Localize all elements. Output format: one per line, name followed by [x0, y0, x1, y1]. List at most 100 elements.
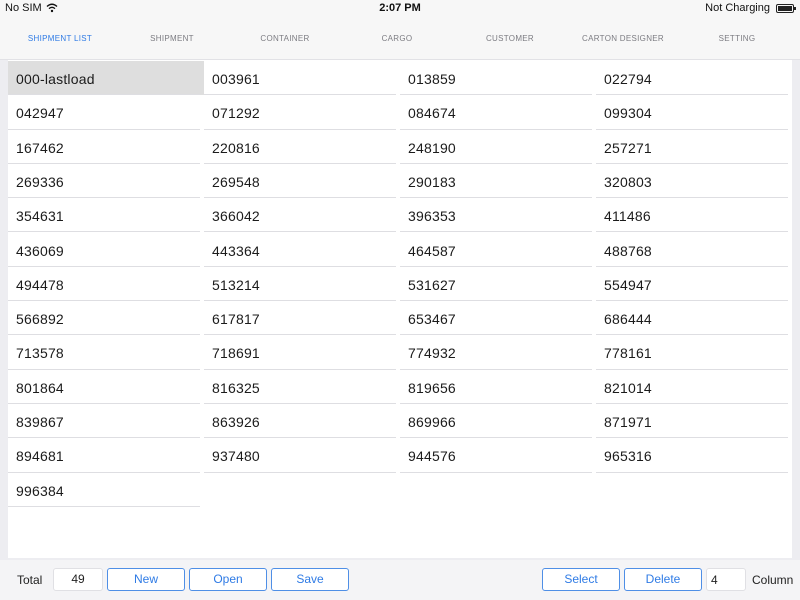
shipment-id: 071292 [212, 105, 260, 122]
shipment-cell[interactable]: 937480 [204, 438, 400, 473]
shipment-id: 354631 [16, 208, 64, 225]
shipment-id: 566892 [16, 311, 64, 328]
shipment-cell[interactable]: 996384 [8, 473, 204, 507]
select-button[interactable]: Select [542, 568, 620, 591]
shipment-id: 869966 [408, 414, 456, 430]
shipment-cell[interactable]: 816325 [204, 370, 400, 404]
shipment-cell[interactable]: 819656 [400, 370, 596, 404]
total-label: Total [17, 573, 43, 587]
shipment-cell[interactable]: 099304 [596, 95, 792, 130]
shipment-cell[interactable]: 713578 [8, 335, 204, 370]
shipment-cell[interactable]: 167462 [8, 130, 204, 164]
shipment-id: 000-lastload [16, 71, 95, 87]
shipment-id: 411486 [604, 208, 651, 225]
tab-bar: SHIPMENT LIST SHIPMENT CONTAINER CARGO C… [0, 18, 800, 60]
shipment-cell[interactable]: 566892 [8, 301, 204, 336]
shipment-cell[interactable]: 839867 [8, 404, 204, 439]
save-button[interactable]: Save [271, 568, 349, 591]
shipment-cell[interactable]: 320803 [596, 164, 792, 199]
shipment-cell[interactable]: 269336 [8, 164, 204, 199]
shipment-cell[interactable]: 871971 [596, 404, 792, 439]
shipment-cell[interactable]: 617817 [204, 301, 400, 336]
shipment-cell[interactable]: 494478 [8, 267, 204, 302]
shipment-id: 554947 [604, 276, 652, 293]
shipment-cell[interactable]: 778161 [596, 335, 792, 370]
shipment-cell[interactable]: 821014 [596, 370, 792, 404]
shipment-id: 871971 [604, 414, 652, 430]
new-button[interactable]: New [107, 568, 185, 591]
shipment-id: 167462 [16, 139, 64, 156]
shipment-id: 269336 [16, 173, 64, 190]
bottom-toolbar: Total 49 New Open Save Select Delete Col… [0, 560, 800, 600]
shipment-cell[interactable]: 084674 [400, 95, 596, 130]
shipment-grid: 000-lastload 003961 013859 022794 042947 0712… [8, 60, 792, 558]
shipment-cell[interactable]: 863926 [204, 404, 400, 439]
shipment-cell[interactable]: 071292 [204, 95, 400, 130]
tab-shipment[interactable]: SHIPMENT [117, 34, 227, 43]
tab-setting[interactable]: SETTING [682, 34, 792, 43]
shipment-cell[interactable]: 944576 [400, 438, 596, 473]
shipment-cell[interactable]: 022794 [596, 61, 792, 96]
shipment-cell[interactable]: 354631 [8, 198, 204, 233]
row-divider [596, 471, 788, 473]
tab-cargo[interactable]: CARGO [342, 34, 452, 43]
shipment-cell[interactable]: 003961 [204, 61, 400, 96]
delete-button[interactable]: Delete [624, 568, 702, 591]
column-label: Column [752, 573, 794, 587]
shipment-cell[interactable]: 464587 [400, 233, 596, 267]
status-right: Not Charging [705, 2, 796, 14]
tab-shipment-list[interactable]: SHIPMENT LIST [5, 34, 115, 43]
shipment-cell[interactable]: 718691 [204, 335, 400, 370]
shipment-cell[interactable]: 013859 [400, 61, 596, 96]
shipment-cell[interactable]: 366042 [204, 198, 400, 233]
shipment-cell[interactable]: 774932 [400, 335, 596, 370]
column-count-input[interactable] [706, 568, 746, 591]
tab-container[interactable]: CONTAINER [230, 34, 340, 43]
shipment-id: 686444 [604, 311, 652, 328]
open-button[interactable]: Open [189, 568, 267, 591]
shipment-cell[interactable]: 411486 [596, 198, 792, 233]
shipment-id: 396353 [408, 208, 456, 225]
shipment-cell[interactable]: 000-lastload [8, 61, 204, 96]
shipment-cell[interactable]: 269548 [204, 164, 400, 199]
tab-customer[interactable]: CUSTOMER [455, 34, 565, 43]
shipment-cell[interactable]: 513214 [204, 267, 400, 302]
shipment-id: 443364 [212, 242, 260, 259]
shipment-cell[interactable]: 290183 [400, 164, 596, 199]
shipment-cell[interactable]: 653467 [400, 301, 596, 336]
shipment-cell[interactable]: 257271 [596, 130, 792, 164]
shipment-id: 617817 [212, 311, 260, 328]
shipment-cell[interactable]: 869966 [400, 404, 596, 439]
shipment-id: 042947 [16, 105, 64, 122]
shipment-cell[interactable]: 965316 [596, 438, 792, 473]
shipment-cell[interactable]: 042947 [8, 95, 204, 130]
total-count: 49 [53, 568, 103, 591]
shipment-id: 248190 [408, 139, 456, 156]
shipment-id: 816325 [212, 379, 260, 396]
shipment-cell[interactable]: 220816 [204, 130, 400, 164]
shipment-cell[interactable]: 531627 [400, 267, 596, 302]
shipment-id: 084674 [408, 105, 456, 122]
shipment-cell[interactable]: 396353 [400, 198, 596, 233]
shipment-id: 653467 [408, 311, 456, 328]
shipment-cell[interactable]: 686444 [596, 301, 792, 336]
shipment-id: 257271 [604, 139, 652, 156]
shipment-cell[interactable]: 894681 [8, 438, 204, 473]
shipment-id: 320803 [604, 173, 652, 190]
shipment-id: 937480 [212, 448, 260, 465]
shipment-cell[interactable]: 554947 [596, 267, 792, 302]
shipment-id: 436069 [16, 242, 64, 259]
shipment-cell[interactable]: 248190 [400, 130, 596, 164]
row-divider [400, 471, 592, 473]
shipment-id: 220816 [212, 139, 260, 156]
shipment-cell[interactable]: 488768 [596, 233, 792, 267]
shipment-id: 778161 [604, 345, 652, 362]
shipment-id: 366042 [212, 208, 260, 225]
shipment-cell[interactable]: 801864 [8, 370, 204, 404]
shipment-id: 839867 [16, 414, 64, 430]
tab-carton-designer[interactable]: CARTON DESIGNER [568, 34, 678, 43]
shipment-cell[interactable]: 443364 [204, 233, 400, 267]
shipment-id: 494478 [16, 276, 64, 293]
shipment-cell[interactable]: 436069 [8, 233, 204, 267]
shipment-id: 513214 [212, 276, 260, 293]
